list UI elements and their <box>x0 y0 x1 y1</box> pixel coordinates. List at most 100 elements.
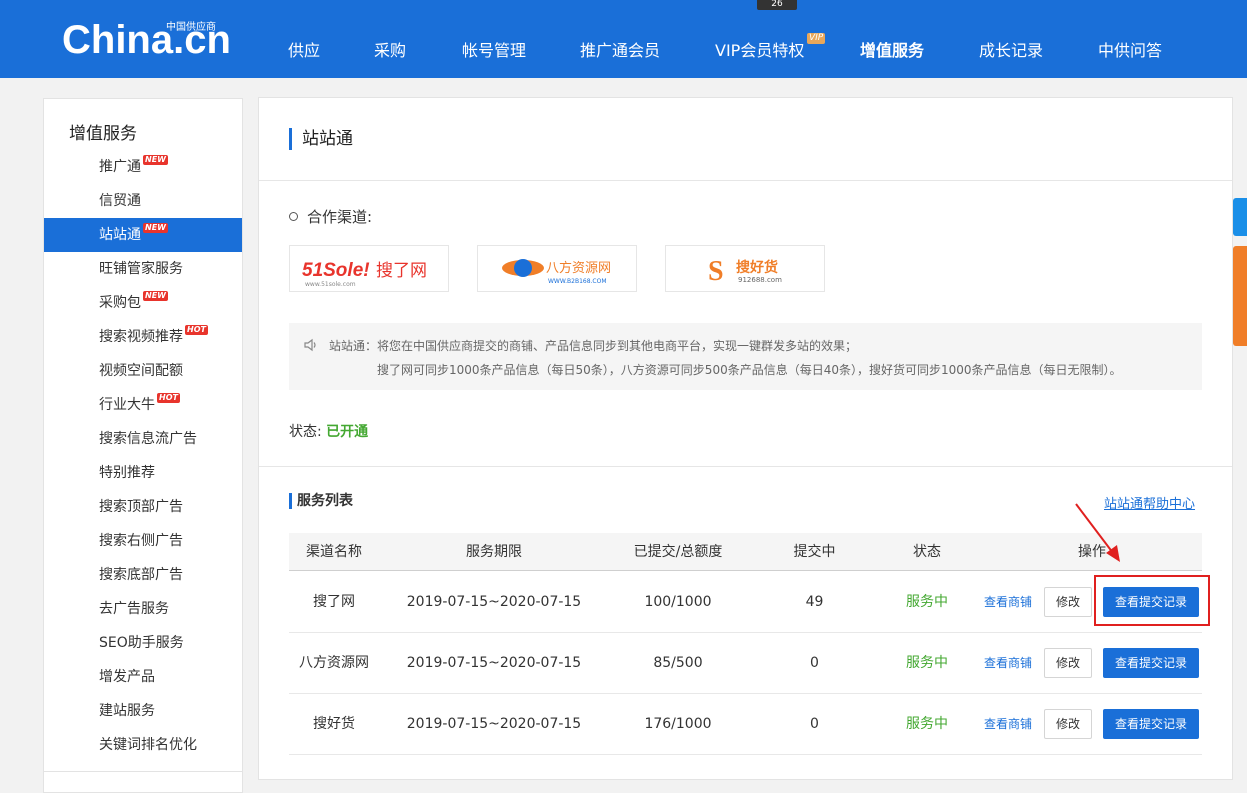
nav-vip-privileges[interactable]: VIP会员特权 <box>715 37 804 61</box>
sidebar-item-label: 行业大牛 <box>99 397 155 413</box>
col-channel: 渠道名称 <box>306 544 362 560</box>
edit-button[interactable]: 修改 <box>1044 648 1092 678</box>
new-tag: NEW <box>143 291 168 301</box>
col-status: 状态 <box>913 544 941 560</box>
partner-b2b168-url: WWW.B2B168.COM <box>548 278 607 285</box>
sidebar-item-label: 搜索顶部广告 <box>99 499 183 515</box>
hot-tag: HOT <box>157 393 180 403</box>
sidebar-item-tuiguangtong[interactable]: 推广通 NEW <box>44 150 242 184</box>
sidebar-item-bottom-ads[interactable]: 搜索底部广告 <box>44 558 242 592</box>
cell-status: 服务中 <box>906 716 948 732</box>
sidebar-item-label: 增发产品 <box>99 669 155 685</box>
sidebar-item-feed-ads[interactable]: 搜索信息流广告 <box>44 422 242 456</box>
cell-period: 2019-07-15~2020-07-15 <box>406 716 582 732</box>
sidebar-item-extra-products[interactable]: 增发产品 <box>44 660 242 694</box>
sidebar-item-xinmaotong[interactable]: 信贸通 <box>44 184 242 218</box>
top-navbar: China.cn 中国供应商 26 供应 采购 帐号管理 推广通会员 VIP会员… <box>0 0 1247 78</box>
vip-badge: VIP <box>807 33 826 44</box>
sidebar-item-special-recommend[interactable]: 特别推荐 <box>44 456 242 490</box>
sidebar-item-zhanzhantong[interactable]: 站站通 NEW <box>44 218 242 252</box>
service-status: 状态: 已开通 <box>289 421 368 441</box>
floating-feedback-tab[interactable] <box>1233 246 1247 346</box>
sidebar-item-video-quota[interactable]: 视频空间配额 <box>44 354 242 388</box>
partner-51sole-cn: 搜了网 <box>376 261 427 281</box>
china-cn-logo[interactable]: China.cn 中国供应商 <box>62 18 231 62</box>
col-period: 服务期限 <box>466 544 522 560</box>
logo-subtitle: 中国供应商 <box>166 22 216 33</box>
sidebar-title: 增值服务 <box>69 124 137 144</box>
nav-growth-record[interactable]: 成长记录 <box>979 37 1043 61</box>
col-quota: 已提交/总额度 <box>633 544 723 560</box>
new-tag: NEW <box>143 223 168 233</box>
cell-channel: 搜了网 <box>313 594 355 610</box>
status-label: 状态: <box>289 424 322 440</box>
sidebar-item-label: 建站服务 <box>99 703 155 719</box>
new-tag: NEW <box>143 155 168 165</box>
notice-box: 站站通：将您在中国供应商提交的商铺、产品信息同步到其他电商平台，实现一键群发多站… <box>289 323 1202 390</box>
highlight-box-annotation <box>1094 575 1210 626</box>
sidebar-divider <box>44 771 242 772</box>
sidebar-item-label: 采购包 <box>99 295 141 311</box>
sidebar-item-label: 搜索视频推荐 <box>99 329 183 345</box>
cell-quota: 176/1000 <box>644 716 712 732</box>
notice-text-line2: 搜了网可同步1000条产品信息（每日50条），八方资源可同步500条产品信息（每… <box>377 363 1122 377</box>
sidebar-item-industry-leader[interactable]: 行业大牛 HOT <box>44 388 242 422</box>
sidebar-item-right-ads[interactable]: 搜索右侧广告 <box>44 524 242 558</box>
sidebar-item-seo[interactable]: SEO助手服务 <box>44 626 242 660</box>
nav-qa[interactable]: 中供问答 <box>1098 37 1162 61</box>
table-row: 搜了网 2019-07-15~2020-07-15 100/1000 49 服务… <box>289 572 1202 633</box>
sidebar-item-label: 站站通 <box>99 227 141 243</box>
cell-pending: 0 <box>810 716 819 732</box>
partner-logo-51sole[interactable]: 51Sole! 搜了网 www.51sole.com <box>289 245 449 292</box>
table-header: 渠道名称 服务期限 已提交/总额度 提交中 状态 操作 <box>289 533 1202 571</box>
sidebar-item-keyword-ranking[interactable]: 关键词排名优化 <box>44 728 242 762</box>
view-shop-link[interactable]: 查看商铺 <box>984 572 1032 632</box>
cell-pending: 0 <box>810 655 819 671</box>
divider <box>259 180 1232 181</box>
sidebar-item-label: 旺铺管家服务 <box>99 261 183 277</box>
view-submission-records-button[interactable]: 查看提交记录 <box>1103 709 1199 739</box>
edit-button[interactable]: 修改 <box>1044 709 1092 739</box>
edit-button[interactable]: 修改 <box>1044 587 1092 617</box>
sidebar-item-label: 搜索信息流广告 <box>99 431 197 447</box>
floating-service-tab[interactable] <box>1233 198 1247 236</box>
partner-logo-912688[interactable]: S 搜好货 912688.com <box>665 245 825 292</box>
partner-912688-url: 912688.com <box>738 276 782 284</box>
partner-logo-b2b168[interactable]: 八方资源网 WWW.B2B168.COM <box>477 245 637 292</box>
partner-channels-label: 合作渠道: <box>289 206 372 227</box>
cell-pending: 49 <box>805 594 824 610</box>
cell-quota: 85/500 <box>653 655 703 671</box>
nav-value-added[interactable]: 增值服务 <box>860 37 924 61</box>
sidebar-item-top-ads[interactable]: 搜索顶部广告 <box>44 490 242 524</box>
sidebar-item-label: 信贸通 <box>99 193 141 209</box>
sidebar-item-remove-ads[interactable]: 去广告服务 <box>44 592 242 626</box>
view-shop-link[interactable]: 查看商铺 <box>984 633 1032 693</box>
sidebar-item-label: 搜索底部广告 <box>99 567 183 583</box>
nav-account[interactable]: 帐号管理 <box>462 37 526 61</box>
912688-s-icon: S <box>708 256 724 287</box>
main-panel: 站站通 合作渠道: 51Sole! 搜了网 www.51sole.com 八方资… <box>258 97 1233 780</box>
sidebar-item-purchase-pack[interactable]: 采购包 NEW <box>44 286 242 320</box>
sidebar-item-shop-manager[interactable]: 旺铺管家服务 <box>44 252 242 286</box>
col-pending: 提交中 <box>793 544 836 560</box>
sidebar-item-site-building[interactable]: 建站服务 <box>44 694 242 728</box>
sidebar-item-video-recommend[interactable]: 搜索视频推荐 HOT <box>44 320 242 354</box>
sidebar: 增值服务 推广通 NEW 信贸通 站站通 NEW 旺铺管家服务 采购包 NEW 搜索视… <box>43 98 243 793</box>
cell-quota: 100/1000 <box>644 594 712 610</box>
nav-purchase[interactable]: 采购 <box>374 37 406 61</box>
partner-912688-cn: 搜好货 <box>736 259 778 276</box>
view-shop-link[interactable]: 查看商铺 <box>984 694 1032 754</box>
notification-count-badge: 26 <box>757 0 797 10</box>
divider <box>259 466 1232 467</box>
view-submission-records-button[interactable]: 查看提交记录 <box>1103 648 1199 678</box>
sidebar-item-label: 推广通 <box>99 159 141 175</box>
bullet-circle-icon <box>289 212 298 221</box>
b2b168-globe-icon <box>514 259 532 277</box>
nav-supply[interactable]: 供应 <box>288 37 320 61</box>
sidebar-item-label: SEO助手服务 <box>99 635 184 651</box>
sidebar-item-label: 视频空间配额 <box>99 363 183 379</box>
nav-promotion-member[interactable]: 推广通会员 <box>580 37 660 61</box>
sidebar-item-label: 搜索右侧广告 <box>99 533 183 549</box>
sidebar-item-label: 关键词排名优化 <box>99 737 197 753</box>
cell-period: 2019-07-15~2020-07-15 <box>406 655 582 671</box>
